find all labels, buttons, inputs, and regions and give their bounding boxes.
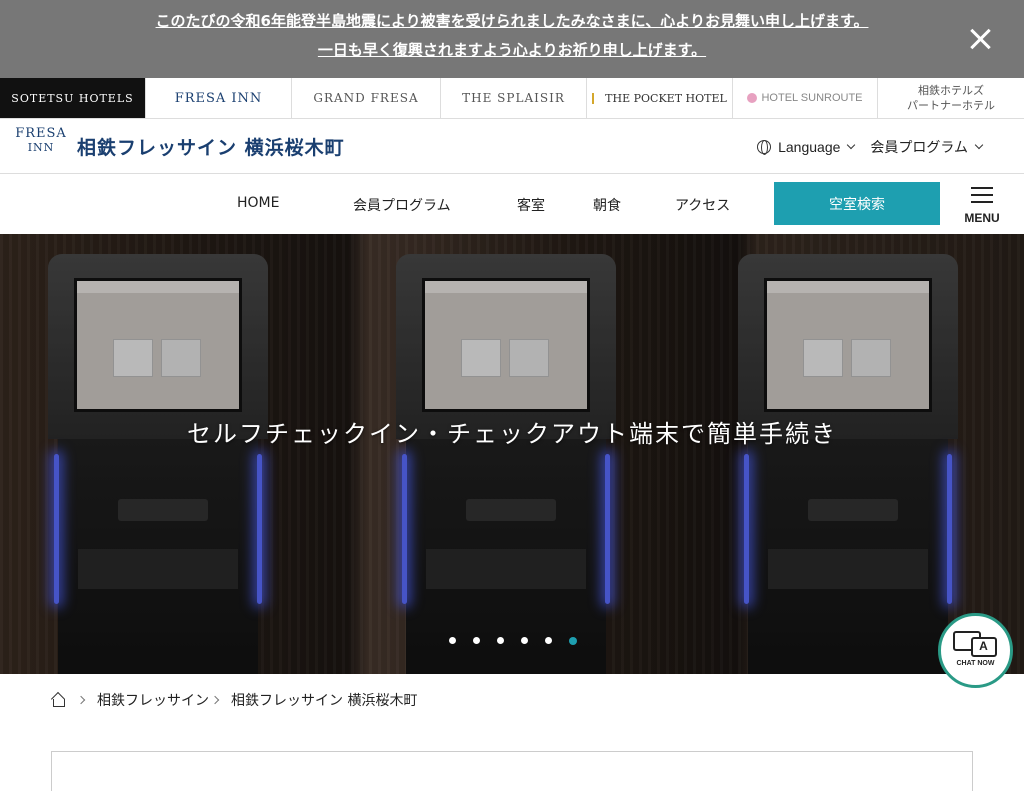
- breadcrumb-item[interactable]: 相鉄フレッサイン: [97, 690, 209, 710]
- logo-mark-top: FRESA: [15, 126, 67, 141]
- main-nav: HOME 会員プログラム 客室 朝食 アクセス 空室検索 MENU: [0, 174, 1024, 234]
- brand-grand-fresa[interactable]: GRAND FRESA: [292, 78, 441, 118]
- menu-label: MENU: [964, 211, 1000, 225]
- brand-the-splaisir[interactable]: THE SPLAISIR: [441, 78, 587, 118]
- language-dropdown[interactable]: Language: [757, 139, 856, 155]
- content-box: [51, 751, 973, 791]
- nav-rooms[interactable]: 客室: [517, 195, 545, 215]
- chevron-right-icon: [76, 695, 86, 705]
- vacancy-search-button[interactable]: 空室検索: [774, 182, 940, 225]
- site-header: FRESA INN 相鉄フレッサイン 横浜桜木町 Language 会員プログラ…: [0, 119, 1024, 174]
- nav-member-program[interactable]: 会員プログラム: [353, 195, 451, 215]
- brand-fresa-inn[interactable]: FRESA INN: [146, 78, 292, 118]
- globe-icon: [757, 140, 772, 155]
- notice-line-2[interactable]: 一日も早く復興されますよう心よりお祈り申し上げます。: [0, 36, 1024, 65]
- hero-overlay: [0, 234, 1024, 674]
- nav-home[interactable]: HOME: [237, 195, 279, 211]
- chat-badge-letter: A: [970, 637, 997, 657]
- brand-label: 相鉄ホテルズ パートナーホテル: [907, 84, 995, 112]
- chat-icon: A: [952, 629, 999, 659]
- brand-sotetsu-hotels[interactable]: SOTETSU HOTELS: [0, 78, 146, 118]
- member-program-label: 会員プログラム: [870, 139, 968, 155]
- breadcrumb: 相鉄フレッサイン 相鉄フレッサイン 横浜桜木町: [51, 690, 417, 710]
- slider-dot[interactable]: [449, 637, 456, 644]
- brand-hotel-sunroute[interactable]: HOTEL SUNROUTE: [733, 78, 878, 118]
- brand-strip: SOTETSU HOTELS FRESA INN GRAND FRESA THE…: [0, 78, 1024, 119]
- slider-dots: [449, 637, 594, 645]
- brand-label: SOTETSU HOTELS: [11, 91, 134, 105]
- brand-label: GRAND FRESA: [313, 91, 419, 105]
- nav-access[interactable]: アクセス: [675, 195, 730, 215]
- logo-mark: FRESA INN: [15, 127, 67, 165]
- notice-line-1[interactable]: このたびの令和6年能登半島地震により被害を受けられましたみなさまに、心よりお見舞…: [0, 7, 1024, 36]
- nav-breakfast[interactable]: 朝食: [593, 195, 621, 215]
- slider-dot[interactable]: [545, 637, 552, 644]
- chat-now-button[interactable]: A CHAT NOW: [938, 613, 1013, 688]
- brand-label: FRESA INN: [174, 90, 263, 106]
- hero-caption: セルフチェックイン・チェックアウト端末で簡単手続き: [187, 420, 837, 448]
- hamburger-icon: [971, 187, 993, 203]
- chevron-down-icon: [974, 140, 984, 150]
- hero-slider: セルフチェックイン・チェックアウト端末で簡単手続き: [0, 234, 1024, 674]
- pin-icon: [592, 92, 600, 104]
- brand-partner-hotels[interactable]: 相鉄ホテルズ パートナーホテル: [878, 78, 1024, 118]
- chat-label: CHAT NOW: [956, 660, 995, 667]
- slider-dot[interactable]: [497, 637, 504, 644]
- chevron-right-icon: [210, 695, 220, 705]
- menu-button[interactable]: MENU: [960, 184, 1004, 226]
- hotel-name: 相鉄フレッサイン 横浜桜木町: [77, 136, 345, 159]
- brand-label: THE POCKET HOTEL: [605, 91, 727, 105]
- slider-dot[interactable]: [569, 637, 577, 645]
- logo-mark-bottom: INN: [27, 141, 55, 154]
- home-icon[interactable]: [51, 693, 65, 707]
- brand-label: THE SPLAISIR: [462, 91, 565, 105]
- notice-bar: このたびの令和6年能登半島地震により被害を受けられましたみなさまに、心よりお見舞…: [0, 0, 1024, 78]
- breadcrumb-current: 相鉄フレッサイン 横浜桜木町: [231, 693, 418, 709]
- close-icon[interactable]: [968, 27, 992, 51]
- brand-pocket-hotel[interactable]: THE POCKET HOTEL: [587, 78, 733, 118]
- slider-dot[interactable]: [473, 637, 480, 644]
- header-utilities: Language 会員プログラム: [741, 137, 984, 157]
- brand-label: HOTEL SUNROUTE: [761, 92, 863, 104]
- member-program-dropdown[interactable]: 会員プログラム: [870, 137, 984, 157]
- flower-icon: [747, 93, 758, 103]
- language-label: Language: [778, 139, 841, 155]
- slider-dot[interactable]: [521, 637, 528, 644]
- chevron-down-icon: [847, 140, 856, 150]
- site-logo[interactable]: FRESA INN 相鉄フレッサイン 横浜桜木町: [15, 127, 345, 165]
- notice-text: このたびの令和6年能登半島地震により被害を受けられましたみなさまに、心よりお見舞…: [0, 0, 1024, 65]
